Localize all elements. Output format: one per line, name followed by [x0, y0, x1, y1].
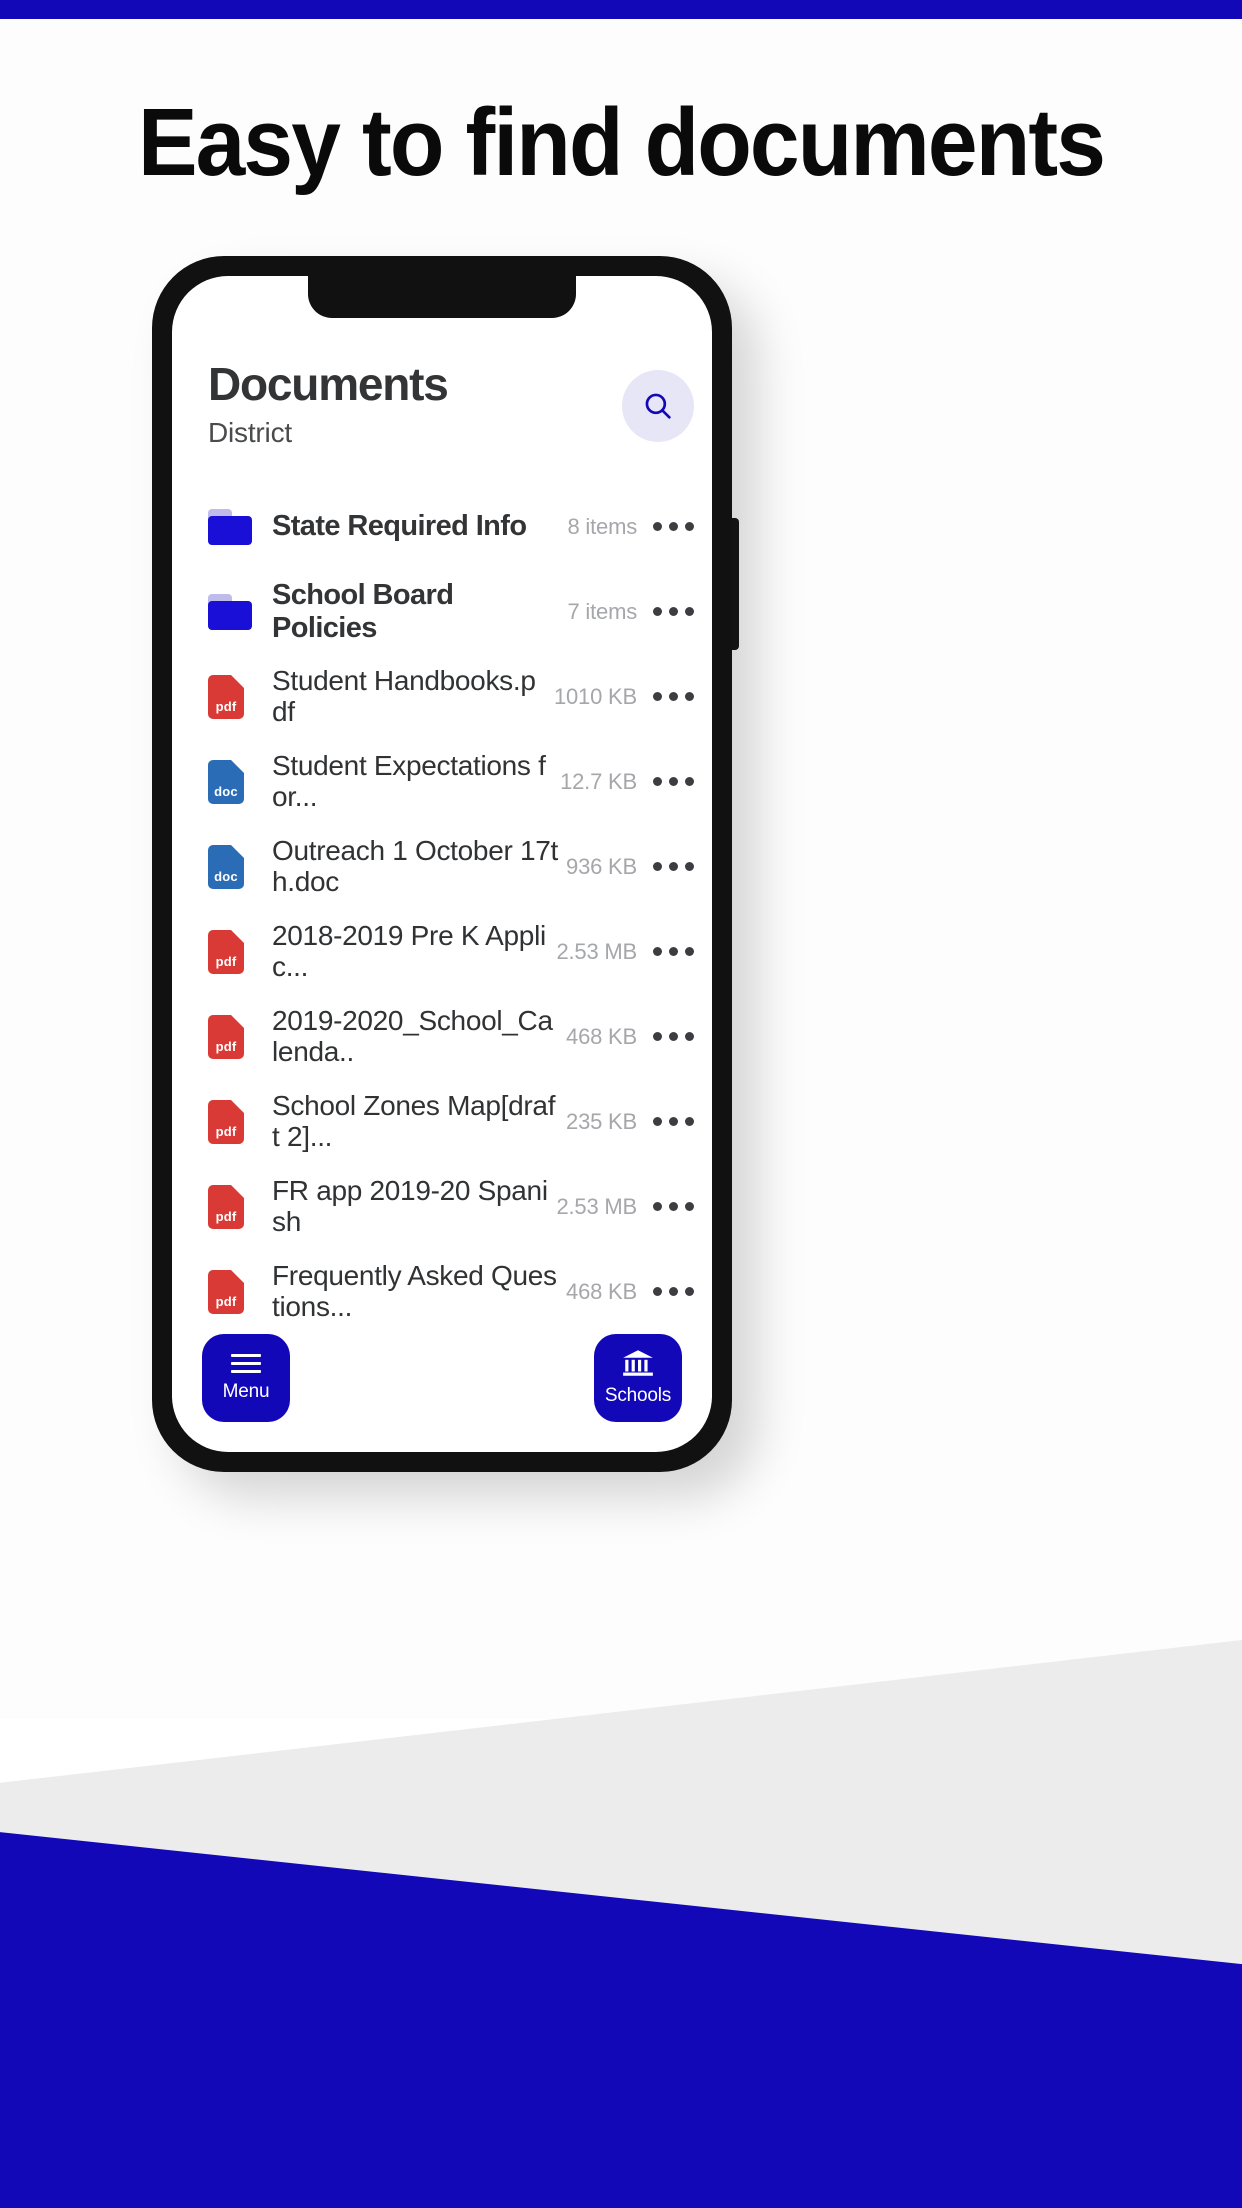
more-options-icon[interactable] — [653, 607, 694, 616]
file-type-label: pdf — [215, 1208, 237, 1224]
file-type-label: pdf — [215, 953, 237, 969]
pdf-file-icon: pdf — [208, 1099, 244, 1144]
file-size: 2.53 MB — [556, 1193, 637, 1219]
file-size: 2.53 MB — [556, 938, 637, 964]
file-type-label: pdf — [215, 1123, 237, 1139]
file-type-label: pdf — [215, 1293, 237, 1309]
page-headline: Easy to find documents — [137, 89, 1106, 196]
more-options-icon[interactable] — [653, 1032, 694, 1041]
file-row[interactable]: pdf 2018-2019 Pre K Applic... 2.53 MB — [208, 909, 694, 994]
more-options-icon[interactable] — [653, 692, 694, 701]
file-name: 2018-2019 Pre K Applic... — [272, 920, 546, 982]
file-row[interactable]: pdf Student Handbooks.pdf 1010 KB — [208, 654, 694, 739]
file-size: 12.7 KB — [560, 768, 637, 794]
file-row[interactable]: pdf School Zones Map[draft 2]... 235 KB — [208, 1079, 694, 1164]
row-icon-slot — [208, 508, 254, 545]
document-list: State Required Info 8 items School Board P… — [172, 484, 712, 1334]
file-name: School Zones Map[draft 2]... — [272, 1090, 556, 1152]
folder-icon — [208, 593, 252, 630]
more-options-icon[interactable] — [653, 1287, 694, 1296]
page-title: Documents — [208, 358, 449, 410]
schools-button[interactable]: Schools — [594, 1334, 682, 1422]
row-icon-slot: doc — [208, 844, 254, 889]
file-row[interactable]: pdf 2019-2020_School_Calenda.. 468 KB — [208, 994, 694, 1079]
menu-button-label: Menu — [222, 1380, 270, 1402]
page-subtitle: District — [208, 417, 292, 449]
folder-name: State Required Info — [272, 510, 527, 542]
folder-row[interactable]: School Board Policies 7 items — [208, 569, 694, 654]
folder-name: School Board Policies — [272, 578, 454, 644]
bank-columns-icon — [623, 1350, 653, 1376]
file-size: 468 KB — [566, 1278, 637, 1304]
phone-side-button — [731, 518, 739, 650]
file-name: Outreach 1 October 17th.doc — [272, 835, 559, 897]
file-name: Student Handbooks.pdf — [272, 665, 536, 727]
file-type-label: doc — [214, 783, 238, 799]
file-size: 1010 KB — [553, 683, 637, 709]
more-options-icon[interactable] — [653, 777, 694, 786]
item-count: 8 items — [567, 513, 637, 539]
more-options-icon[interactable] — [653, 522, 694, 531]
doc-file-icon: doc — [208, 844, 244, 889]
row-icon-slot: pdf — [208, 1014, 254, 1059]
row-icon-slot: pdf — [208, 1269, 254, 1314]
pdf-file-icon: pdf — [208, 929, 244, 974]
app-header: Documents District — [172, 356, 712, 476]
pdf-file-icon: pdf — [208, 1269, 244, 1314]
row-icon-slot: pdf — [208, 674, 254, 719]
row-icon-slot: doc — [208, 759, 254, 804]
file-type-label: pdf — [215, 1038, 237, 1054]
item-count: 7 items — [567, 598, 637, 624]
pdf-file-icon: pdf — [208, 1014, 244, 1059]
menu-button[interactable]: Menu — [202, 1334, 290, 1422]
file-name: Frequently Asked Questions... — [272, 1260, 557, 1322]
file-row[interactable]: pdf FR app 2019-20 Spanish 2.53 MB — [208, 1164, 694, 1249]
row-icon-slot: pdf — [208, 1184, 254, 1229]
file-name: 2019-2020_School_Calenda.. — [272, 1005, 553, 1067]
search-button[interactable] — [622, 370, 694, 442]
file-name: Student Expectations for... — [272, 750, 546, 812]
doc-file-icon: doc — [208, 759, 244, 804]
file-row[interactable]: doc Outreach 1 October 17th.doc 936 KB — [208, 824, 694, 909]
more-options-icon[interactable] — [653, 947, 694, 956]
row-icon-slot — [208, 593, 254, 630]
folder-icon — [208, 508, 252, 545]
top-accent-bar — [0, 0, 1242, 19]
file-size: 936 KB — [566, 853, 637, 879]
pdf-file-icon: pdf — [208, 674, 244, 719]
hamburger-icon — [231, 1353, 261, 1373]
file-row[interactable]: pdf Frequently Asked Questions... 468 KB — [208, 1249, 694, 1334]
file-type-label: pdf — [215, 698, 237, 714]
search-icon — [645, 393, 671, 419]
file-row[interactable]: doc Student Expectations for... 12.7 KB — [208, 739, 694, 824]
phone-screen: Documents District State Required Info 8 … — [172, 276, 712, 1452]
more-options-icon[interactable] — [653, 862, 694, 871]
file-size: 468 KB — [566, 1023, 637, 1049]
schools-button-label: Schools — [604, 1385, 672, 1406]
phone-notch — [308, 276, 576, 318]
row-icon-slot: pdf — [208, 929, 254, 974]
more-options-icon[interactable] — [653, 1202, 694, 1211]
file-size: 235 KB — [566, 1108, 637, 1134]
more-options-icon[interactable] — [653, 1117, 694, 1126]
bottom-action-bar: Menu Schools — [172, 1334, 712, 1422]
phone-mockup: Documents District State Required Info 8 … — [152, 256, 739, 1472]
row-icon-slot: pdf — [208, 1099, 254, 1144]
file-name: FR app 2019-20 Spanish — [272, 1175, 548, 1237]
title-block: Documents District — [208, 356, 449, 449]
file-type-label: doc — [214, 868, 238, 884]
pdf-file-icon: pdf — [208, 1184, 244, 1229]
folder-row[interactable]: State Required Info 8 items — [208, 484, 694, 569]
